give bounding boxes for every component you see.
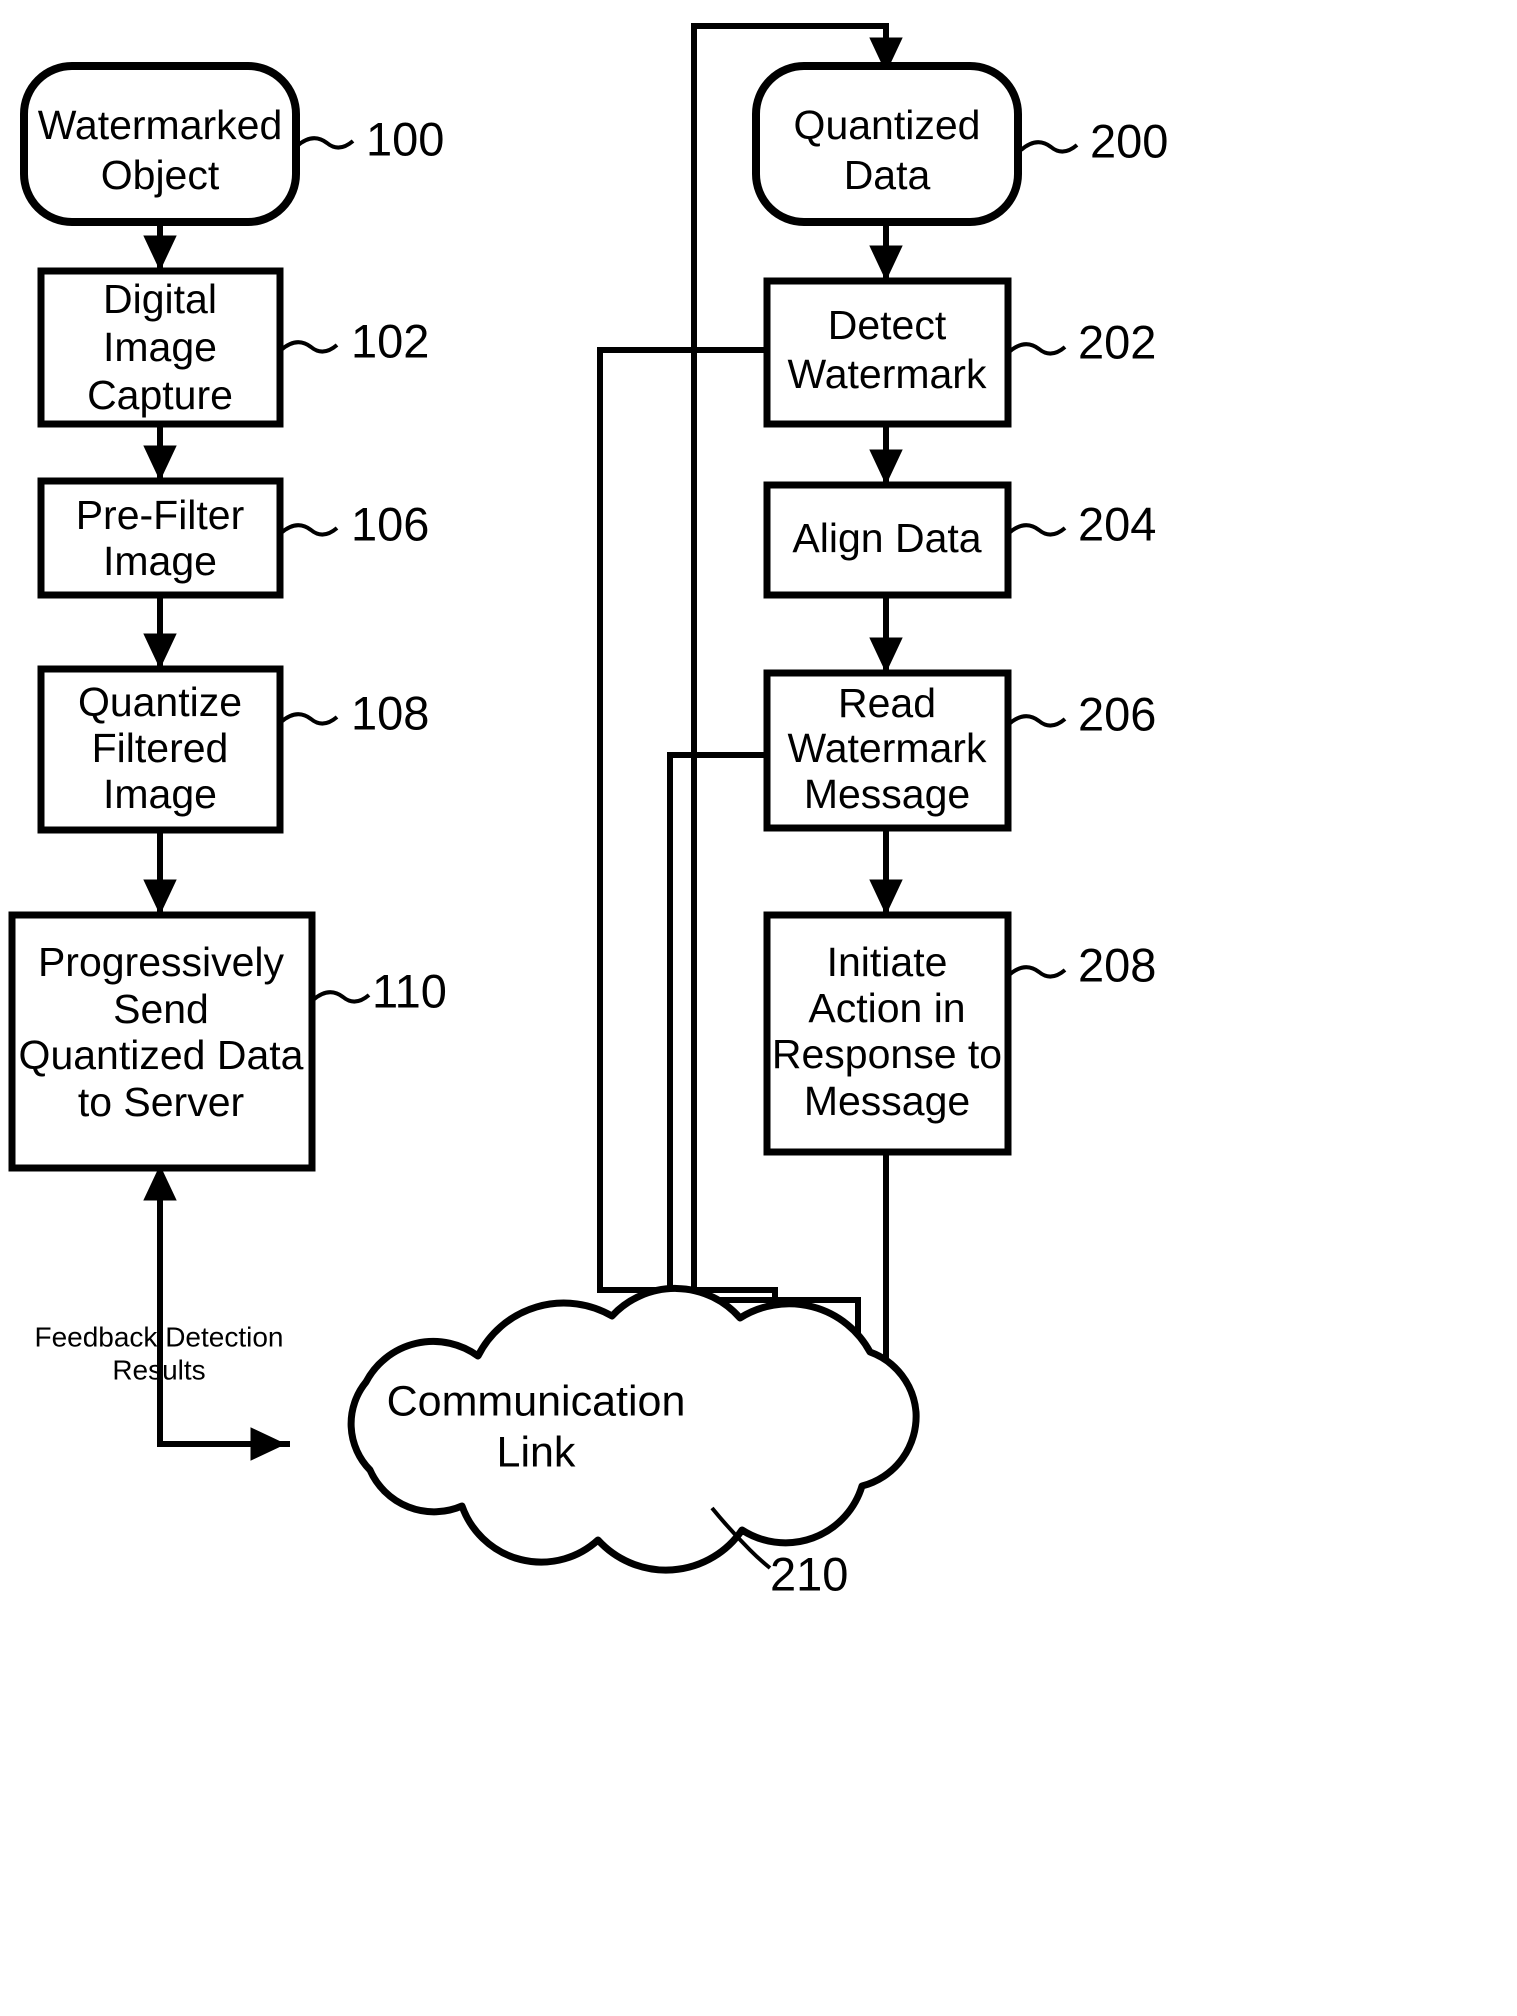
ref-numeral-208: 208 bbox=[1078, 938, 1156, 991]
leader-line-200 bbox=[1019, 140, 1079, 154]
node-progressively-send-line-0: Progressively bbox=[38, 939, 285, 985]
connector-202-to-cloud bbox=[597, 347, 792, 1424]
ref-numeral-108: 108 bbox=[351, 686, 429, 739]
node-initiate-action-line-1: Action in bbox=[808, 985, 965, 1031]
node-initiate-action-line-2: Response to bbox=[772, 1031, 1002, 1077]
ref-numeral-204: 204 bbox=[1078, 497, 1156, 550]
node-pre-filter-image-line-1: Image bbox=[103, 538, 217, 584]
leader-line-202 bbox=[1007, 342, 1067, 356]
leader-line-110 bbox=[311, 990, 371, 1004]
node-read-watermark-message-line-1: Watermark bbox=[788, 725, 987, 771]
node-quantized-data-line-1: Data bbox=[844, 152, 931, 198]
patent-figure: Watermarked Object Digital Image Capture… bbox=[0, 0, 1517, 2016]
node-watermarked-object-line-1: Object bbox=[101, 152, 220, 198]
ref-numeral-110: 110 bbox=[372, 964, 447, 1017]
node-quantize-filtered-image-line-2: Image bbox=[103, 771, 217, 817]
node-progressively-send-line-2: Quantized Data bbox=[19, 1032, 304, 1078]
node-detect-watermark-line-1: Watermark bbox=[788, 351, 987, 397]
node-align-data-line-0: Align Data bbox=[792, 515, 981, 561]
node-digital-image-capture-line-0: Digital bbox=[103, 276, 217, 322]
node-digital-image-capture-line-2: Capture bbox=[87, 372, 233, 418]
node-communication-link-line-1: Link bbox=[497, 1428, 576, 1476]
connector-feedback-to-110 bbox=[143, 1164, 290, 1447]
node-quantized-data-line-0: Quantized bbox=[794, 102, 981, 148]
ref-numeral-206: 206 bbox=[1078, 687, 1156, 740]
ref-numeral-102: 102 bbox=[351, 314, 429, 367]
ref-numeral-100: 100 bbox=[366, 112, 444, 165]
leader-line-102 bbox=[279, 340, 339, 354]
node-watermarked-object-line-0: Watermarked bbox=[38, 102, 283, 148]
feedback-annotation-line-0: Feedback Detection bbox=[34, 1321, 283, 1352]
leader-line-108 bbox=[279, 712, 339, 726]
ref-numeral-210: 210 bbox=[770, 1547, 848, 1600]
node-initiate-action-line-0: Initiate bbox=[827, 939, 948, 985]
node-initiate-action-line-3: Message bbox=[804, 1078, 970, 1124]
node-quantize-filtered-image-line-0: Quantize bbox=[78, 679, 242, 725]
node-progressively-send-line-3: to Server bbox=[78, 1079, 244, 1125]
leader-line-106 bbox=[279, 523, 339, 537]
node-digital-image-capture-line-1: Image bbox=[103, 324, 217, 370]
ref-numeral-202: 202 bbox=[1078, 315, 1156, 368]
node-progressively-send-line-1: Send bbox=[113, 986, 209, 1032]
node-quantize-filtered-image-line-1: Filtered bbox=[92, 725, 229, 771]
node-communication-link bbox=[347, 1284, 920, 1574]
leader-line-204 bbox=[1007, 523, 1067, 537]
flowchart-canvas: Watermarked Object Digital Image Capture… bbox=[8, 23, 1168, 1600]
node-detect-watermark-line-0: Detect bbox=[828, 302, 947, 348]
node-read-watermark-message-line-2: Message bbox=[804, 771, 970, 817]
node-communication-link-line-0: Communication bbox=[387, 1377, 686, 1425]
ref-numeral-106: 106 bbox=[351, 497, 429, 550]
node-read-watermark-message-line-0: Read bbox=[838, 680, 936, 726]
leader-line-206 bbox=[1007, 714, 1067, 728]
ref-numeral-200: 200 bbox=[1090, 114, 1168, 167]
node-pre-filter-image-line-0: Pre-Filter bbox=[76, 492, 245, 538]
leader-line-208 bbox=[1007, 965, 1067, 979]
leader-line-100 bbox=[295, 136, 355, 150]
feedback-annotation-line-1: Results bbox=[112, 1354, 205, 1385]
